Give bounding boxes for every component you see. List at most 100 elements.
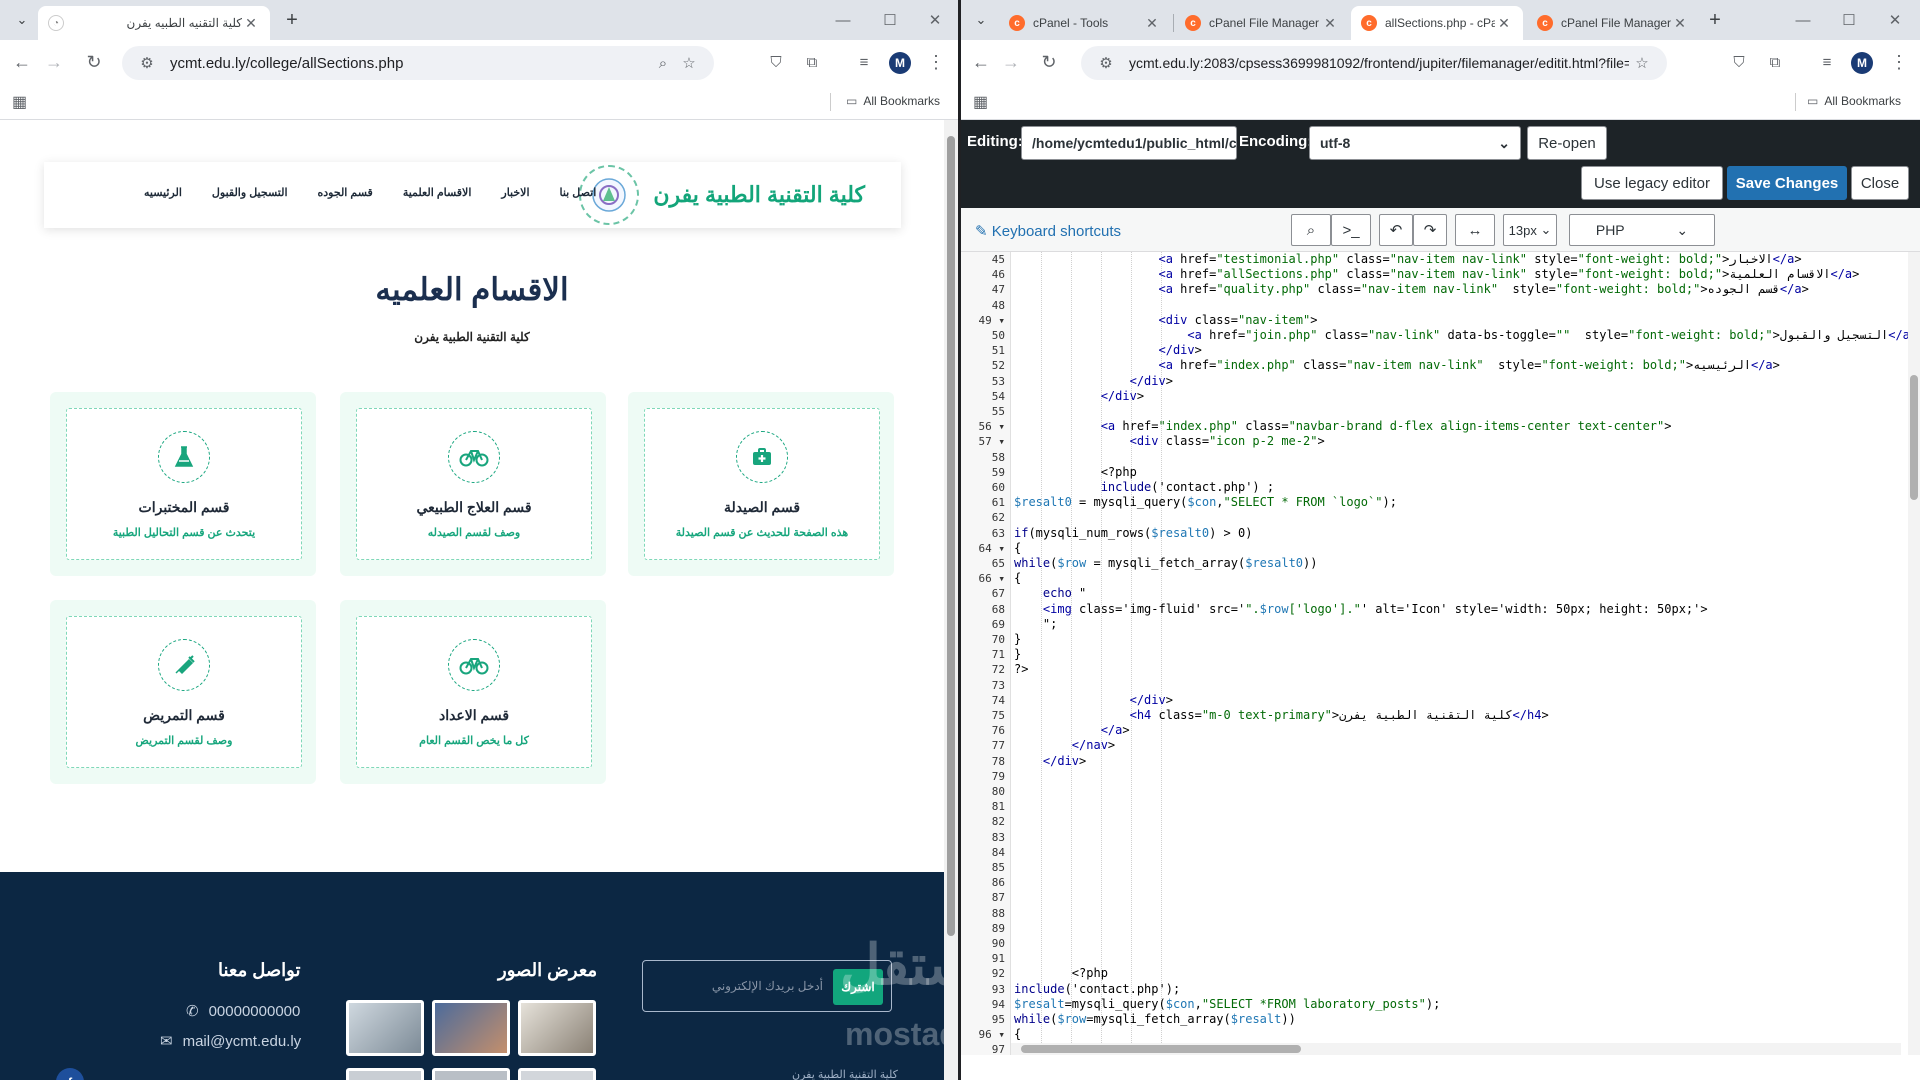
address-bar[interactable]: ⚙ ycmt.edu.ly/college/allSections.php ⌕ … [122,46,714,80]
scrollbar-thumb[interactable] [947,136,955,936]
extensions-puzzle-icon[interactable]: ⧉ [798,48,826,76]
page-scrollbar[interactable] [944,120,958,1080]
code-line[interactable]: <?php [1014,966,1108,981]
code-line[interactable]: if(mysqli_num_rows($resalt0) > 0) [1014,526,1252,541]
extension-shield-icon[interactable]: ⛉ [762,48,790,76]
code-line[interactable]: } [1014,647,1021,662]
zoom-icon[interactable]: ⌕ [650,55,676,72]
new-tab-button[interactable]: + [278,8,306,32]
code-line[interactable]: </div> [1014,389,1144,404]
save-changes-button[interactable]: Save Changes [1727,166,1847,200]
gallery-thumbnail[interactable] [518,1068,596,1080]
code-line[interactable]: { [1014,541,1021,556]
new-tab-button[interactable]: + [1701,8,1729,32]
tab-close-icon[interactable]: ✕ [242,15,260,32]
code-line[interactable]: </div> [1014,374,1173,389]
footer-email[interactable]: ✉ mail@ycmt.edu.ly [160,1032,301,1051]
code-line[interactable]: <?php [1014,465,1137,480]
code-line[interactable]: </nav> [1014,738,1115,753]
nav-link-home[interactable]: الرئيسيه [144,186,182,199]
code-line[interactable]: } [1014,632,1021,647]
code-line[interactable]: </div> [1014,754,1086,769]
tab-cpanel-tools[interactable]: c cPanel - Tools ✕ [999,6,1171,40]
code-line[interactable]: <a href="index.php" class="navbar-brand … [1014,419,1672,434]
facebook-icon[interactable]: f [56,1068,84,1080]
minimize-button[interactable]: — [823,6,863,34]
syntax-mode-select[interactable]: PHP ⌄ [1569,214,1715,246]
code-line[interactable]: { [1014,571,1021,586]
nav-link-quality[interactable]: قسم الجوده [318,186,373,199]
gallery-thumbnail[interactable] [518,1000,596,1056]
section-card-pharmacy[interactable]: قسم الصيدلة هذه الصفحة للحديث عن قسم الص… [628,392,894,576]
code-line[interactable]: <h4 class="m-0 text-primary">كلية التقني… [1014,708,1549,723]
all-bookmarks-button[interactable]: ▭ All Bookmarks [1807,94,1901,108]
menu-kebab-icon[interactable]: ⋮ [1885,48,1913,76]
gallery-thumbnail[interactable] [432,1068,510,1080]
reload-icon[interactable]: ↻ [1035,48,1063,76]
all-bookmarks-button[interactable]: ▭ All Bookmarks [846,94,940,108]
code-line[interactable]: <a href="index.php" class="nav-item nav-… [1014,358,1780,373]
section-card-general[interactable]: قسم الاعداد كل ما يخص القسم العام [340,600,606,784]
code-line[interactable]: <img class='img-fluid' src='".$row['logo… [1014,602,1708,617]
code-line[interactable]: <a href="join.php" class="nav-link" data… [1014,328,1917,343]
keyboard-shortcuts-link[interactable]: ✎ Keyboard shortcuts [975,222,1121,240]
tab-college-site[interactable]: ◔ كلية التقنيه الطبيه يفرن ✕ [38,6,270,40]
reopen-button[interactable]: Re-open [1527,126,1607,160]
profile-avatar[interactable]: M [889,52,911,74]
legacy-editor-button[interactable]: Use legacy editor [1581,166,1723,200]
section-card-physiotherapy[interactable]: قسم العلاج الطبيعي وصف لقسم الصيدله [340,392,606,576]
bookmark-star-icon[interactable]: ☆ [676,54,702,72]
close-editor-button[interactable]: Close [1851,166,1909,200]
code-editor[interactable]: 45 46 47 48 49 ▾ 50 51 52 53 54 55 56 ▾ 57… [961,252,1920,1055]
close-window-button[interactable]: ✕ [1875,6,1915,34]
tab-close-icon[interactable]: ✕ [1321,15,1339,32]
maximize-button[interactable]: ☐ [1829,6,1869,34]
site-info-icon[interactable]: ⚙ [1093,54,1119,72]
code-line[interactable]: <a href="allSections.php" class="nav-ite… [1014,267,1860,282]
tab-close-icon[interactable]: ✕ [1143,15,1161,32]
gallery-thumbnail[interactable] [432,1000,510,1056]
code-line[interactable]: </a> [1014,723,1130,738]
tab-search-button[interactable]: ⌄ [8,8,36,32]
code-line[interactable]: echo " [1014,586,1086,601]
editor-vscrollbar[interactable] [1908,252,1920,1055]
extension-shield-icon[interactable]: ⛉ [1725,48,1753,76]
extensions-puzzle-icon[interactable]: ⧉ [1761,48,1789,76]
tab-allsections-editor[interactable]: c allSections.php - cPanel ✕ [1351,6,1523,40]
nav-link-sections[interactable]: الاقسام العلمية [403,186,472,199]
minimize-button[interactable]: — [1783,6,1823,34]
reload-icon[interactable]: ↻ [80,48,108,76]
undo-icon[interactable]: ↶ [1379,214,1413,246]
apps-grid-icon[interactable]: ▦ [12,92,27,112]
media-controls-icon[interactable]: ≡ [850,48,878,76]
maximize-button[interactable]: ☐ [870,6,910,34]
tab-search-button[interactable]: ⌄ [967,8,995,32]
gallery-thumbnail[interactable] [346,1068,424,1080]
code-line[interactable]: </div> [1014,693,1173,708]
section-card-nursing[interactable]: قسم التمريض وصف لقسم التمريض [50,600,316,784]
newsletter-email-input[interactable]: أدخل بريدك الإلكتروني [712,979,823,993]
scrollbar-thumb[interactable] [1910,375,1918,500]
footer-phone[interactable]: ✆ 00000000000 [186,1002,300,1021]
code-line[interactable]: ?> [1014,662,1028,677]
wrap-toggle-icon[interactable]: ↔ [1455,214,1495,246]
tab-close-icon[interactable]: ✕ [1495,15,1513,32]
code-line[interactable]: "; [1014,617,1057,632]
address-bar[interactable]: ⚙ ycmt.edu.ly:2083/cpsess3699981092/fron… [1081,46,1667,80]
site-brand[interactable]: كلية التقنية الطبية يفرن [579,165,865,225]
back-icon[interactable]: ← [8,48,36,76]
code-line[interactable]: $resalt0 = mysqli_query($con,"SELECT * F… [1014,495,1397,510]
tab-close-icon[interactable]: ✕ [1671,15,1689,32]
code-line[interactable]: include('contact.php'); [1014,982,1180,997]
font-size-select[interactable]: 13px ⌄ [1503,214,1557,246]
editor-hscrollbar[interactable] [1011,1043,1901,1055]
editing-path-field[interactable]: /home/ycmtedu1/public_html/college/allSe… [1021,126,1237,160]
media-controls-icon[interactable]: ≡ [1813,48,1841,76]
forward-icon[interactable]: → [997,48,1025,76]
tab-file-manager-2[interactable]: c cPanel File Manager ✕ [1527,6,1699,40]
nav-link-admission[interactable]: التسجيل والقبول [212,186,288,199]
profile-avatar[interactable]: M [1851,52,1873,74]
section-card-laboratory[interactable]: قسم المختبرات يتحدث عن قسم التحاليل الطب… [50,392,316,576]
menu-kebab-icon[interactable]: ⋮ [922,48,950,76]
back-icon[interactable]: ← [967,48,995,76]
